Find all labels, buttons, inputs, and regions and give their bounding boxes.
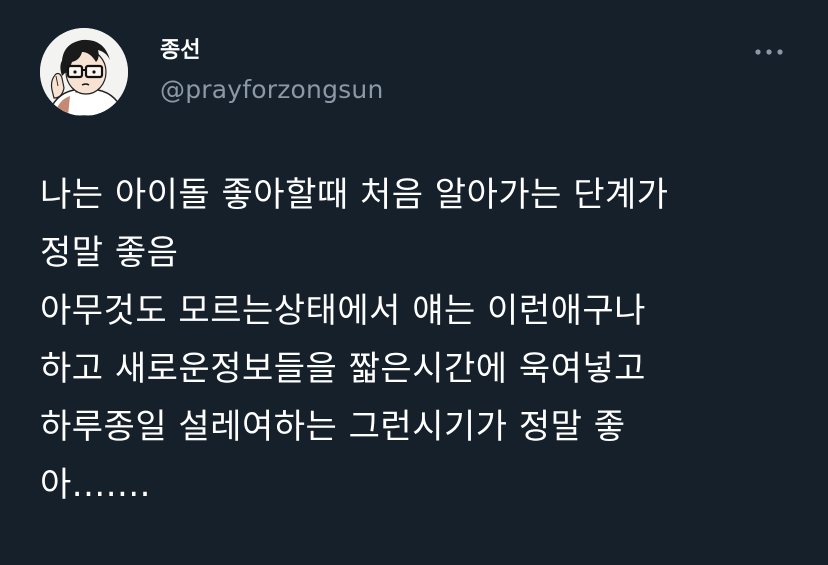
tweet-text-line: 하고 새로운정보들을 짧은시간에 욱여넣고 bbox=[40, 349, 646, 389]
avatar[interactable] bbox=[40, 28, 128, 116]
tweet-text: 나는 아이돌 좋아할때 처음 알아가는 단계가 정말 좋음 아무것도 모르는상태… bbox=[40, 166, 800, 514]
more-options-button[interactable] bbox=[752, 40, 786, 64]
tweet-text-line: 아무것도 모르는상태에서 얘는 이런애구나 bbox=[40, 291, 646, 331]
author-handle[interactable]: @prayforzongsun bbox=[160, 74, 383, 106]
tweet-text-line: 아....... bbox=[40, 465, 151, 505]
more-horizontal-icon bbox=[755, 49, 783, 55]
tweet-text-line: 정말 좋음 bbox=[40, 233, 179, 273]
tweet-text-line: 나는 아이돌 좋아할때 처음 알아가는 단계가 bbox=[40, 175, 669, 215]
tweet-text-line: 하루종일 설레여하는 그런시기가 정말 좋 bbox=[40, 407, 626, 447]
avatar-illustration-icon bbox=[40, 28, 128, 116]
author-display-name[interactable]: 종선 bbox=[160, 37, 200, 65]
